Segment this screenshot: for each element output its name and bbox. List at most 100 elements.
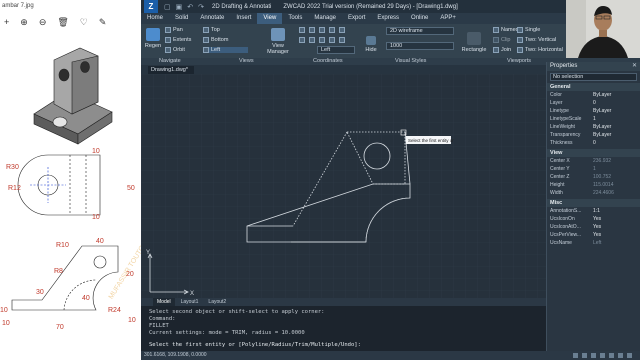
edit-icon[interactable]: ✎ xyxy=(99,17,107,27)
property-row[interactable]: Center X 236.932 xyxy=(547,157,640,165)
coordinates-dropdown[interactable]: Left xyxy=(317,46,355,54)
redo-icon[interactable]: ↷ xyxy=(198,3,204,11)
property-row[interactable]: Layer 0 xyxy=(547,99,640,107)
ucs-object-icon[interactable] xyxy=(329,37,335,43)
property-value[interactable]: Left xyxy=(593,239,640,247)
property-value[interactable]: 115.0014 xyxy=(593,181,640,189)
property-row[interactable]: Height 115.0014 xyxy=(547,181,640,189)
two-horizontal-button[interactable]: Two: Horizontal xyxy=(517,47,563,53)
workspace-selector[interactable]: 2D Drafting & Annotati xyxy=(212,4,271,10)
property-value[interactable]: 0 xyxy=(593,99,640,107)
add-icon[interactable]: + xyxy=(4,17,9,27)
tab-export[interactable]: Export xyxy=(342,13,371,24)
property-value[interactable]: ByLayer xyxy=(593,91,640,99)
property-value[interactable]: 1 xyxy=(593,165,640,173)
property-row[interactable]: LinetypeScale 1 xyxy=(547,115,640,123)
view-top-button[interactable]: Top xyxy=(203,27,220,33)
hide-button[interactable]: Hide xyxy=(363,36,379,53)
tab-express[interactable]: Express xyxy=(371,13,405,24)
single-viewport-button[interactable]: Single xyxy=(517,27,540,33)
tab-tools[interactable]: Tools xyxy=(282,13,308,24)
property-row[interactable]: UcsName Left xyxy=(547,239,640,247)
tab-home[interactable]: Home xyxy=(141,13,169,24)
delete-icon[interactable]: 🗑 xyxy=(57,17,68,27)
ortho-icon[interactable] xyxy=(591,353,596,358)
ucs-view-icon[interactable] xyxy=(319,37,325,43)
ucs-3point-icon[interactable] xyxy=(339,27,345,33)
property-row[interactable]: Center Z 100.752 xyxy=(547,173,640,181)
tab-model[interactable]: Model xyxy=(153,298,175,306)
save-icon[interactable]: ▣ xyxy=(176,3,183,11)
zoom-out-icon[interactable]: ⊖ xyxy=(39,17,47,27)
favorite-icon[interactable]: ♡ xyxy=(80,17,88,27)
section-view[interactable]: View xyxy=(547,149,640,157)
property-value[interactable]: ByLayer xyxy=(593,107,640,115)
zoom-in-icon[interactable]: ⊕ xyxy=(20,17,28,27)
visual-style-dropdown[interactable]: 2D wireframe xyxy=(386,27,454,35)
tab-online[interactable]: Online xyxy=(405,13,434,24)
selection-dropdown[interactable]: No selection xyxy=(550,73,637,81)
property-value[interactable]: 1:1 xyxy=(593,207,640,215)
property-row[interactable]: UcsPerView... Yes xyxy=(547,231,640,239)
view-left-button[interactable]: Left xyxy=(203,47,249,53)
grid-icon[interactable] xyxy=(582,353,587,358)
close-icon[interactable]: ✕ xyxy=(632,62,637,71)
property-value[interactable]: ByLayer xyxy=(593,123,640,131)
settings-icon[interactable] xyxy=(627,353,632,358)
property-value[interactable]: Yes xyxy=(593,215,640,223)
property-row[interactable]: Width 224.4606 xyxy=(547,189,640,197)
tab-manage[interactable]: Manage xyxy=(308,13,342,24)
polar-icon[interactable] xyxy=(600,353,605,358)
property-row[interactable]: UcsIconOn Yes xyxy=(547,215,640,223)
pan-button[interactable]: Pan xyxy=(165,27,183,33)
tab-annotate[interactable]: Annotate xyxy=(194,13,230,24)
ucs-z-icon[interactable] xyxy=(329,27,335,33)
app-logo-icon[interactable]: Z xyxy=(144,0,158,13)
osnap-icon[interactable] xyxy=(609,353,614,358)
property-value[interactable]: Yes xyxy=(593,223,640,231)
command-window[interactable]: Select second object or shift-select to … xyxy=(141,306,546,351)
section-misc[interactable]: Misc xyxy=(547,199,640,207)
named-viewport-button[interactable]: Named xyxy=(493,27,519,33)
property-row[interactable]: Transparency ByLayer xyxy=(547,131,640,139)
property-row[interactable]: Thickness 0 xyxy=(547,139,640,147)
property-value[interactable]: Yes xyxy=(593,231,640,239)
ucs-icon[interactable] xyxy=(299,27,305,33)
join-viewport-button[interactable]: Join xyxy=(493,47,511,53)
undo-icon[interactable]: ↶ xyxy=(187,3,193,11)
lineweight-icon[interactable] xyxy=(618,353,623,358)
tab-view[interactable]: View xyxy=(257,13,283,24)
property-row[interactable]: UcsIconAtO... Yes xyxy=(547,223,640,231)
property-value[interactable]: 1 xyxy=(593,115,640,123)
tab-layout1[interactable]: Layout1 xyxy=(177,298,203,306)
two-vertical-button[interactable]: Two: Vertical xyxy=(517,37,556,43)
ucs-y-icon[interactable] xyxy=(309,37,315,43)
orbit-button[interactable]: Orbit xyxy=(165,47,185,53)
command-prompt[interactable]: Select the first entity or [Polyline/Rad… xyxy=(149,342,538,349)
tab-layout2[interactable]: Layout2 xyxy=(204,298,230,306)
property-row[interactable]: Center Y 1 xyxy=(547,165,640,173)
drawing-canvas[interactable]: Select the first entity or Y X xyxy=(141,74,546,298)
view-bottom-button[interactable]: Bottom xyxy=(203,37,228,43)
ucs-origin-icon[interactable] xyxy=(319,27,325,33)
extents-button[interactable]: Extents xyxy=(165,37,191,43)
property-value[interactable]: 0 xyxy=(593,139,640,147)
property-row[interactable]: Color ByLayer xyxy=(547,91,640,99)
hide-value-field[interactable]: 1000 xyxy=(386,42,454,50)
tab-solid[interactable]: Solid xyxy=(169,13,194,24)
tab-app-plus[interactable]: APP+ xyxy=(434,13,462,24)
clip-viewport-button[interactable]: Clip xyxy=(493,37,510,43)
ucs-world-icon[interactable] xyxy=(309,27,315,33)
view-manager-button[interactable]: View Manager xyxy=(264,28,292,55)
ucs-face-icon[interactable] xyxy=(339,37,345,43)
document-tab[interactable]: Drawing1.dwg* xyxy=(148,66,194,74)
property-value[interactable]: 224.4606 xyxy=(593,189,640,197)
property-row[interactable]: AnnotationS... 1:1 xyxy=(547,207,640,215)
section-general[interactable]: General xyxy=(547,83,640,91)
new-icon[interactable]: ▢ xyxy=(164,3,171,11)
property-value[interactable]: 236.932 xyxy=(593,157,640,165)
snap-icon[interactable] xyxy=(573,353,578,358)
property-value[interactable]: 100.752 xyxy=(593,173,640,181)
ucs-x-icon[interactable] xyxy=(299,37,305,43)
rectangle-viewport-button[interactable]: Rectangle xyxy=(461,32,487,53)
